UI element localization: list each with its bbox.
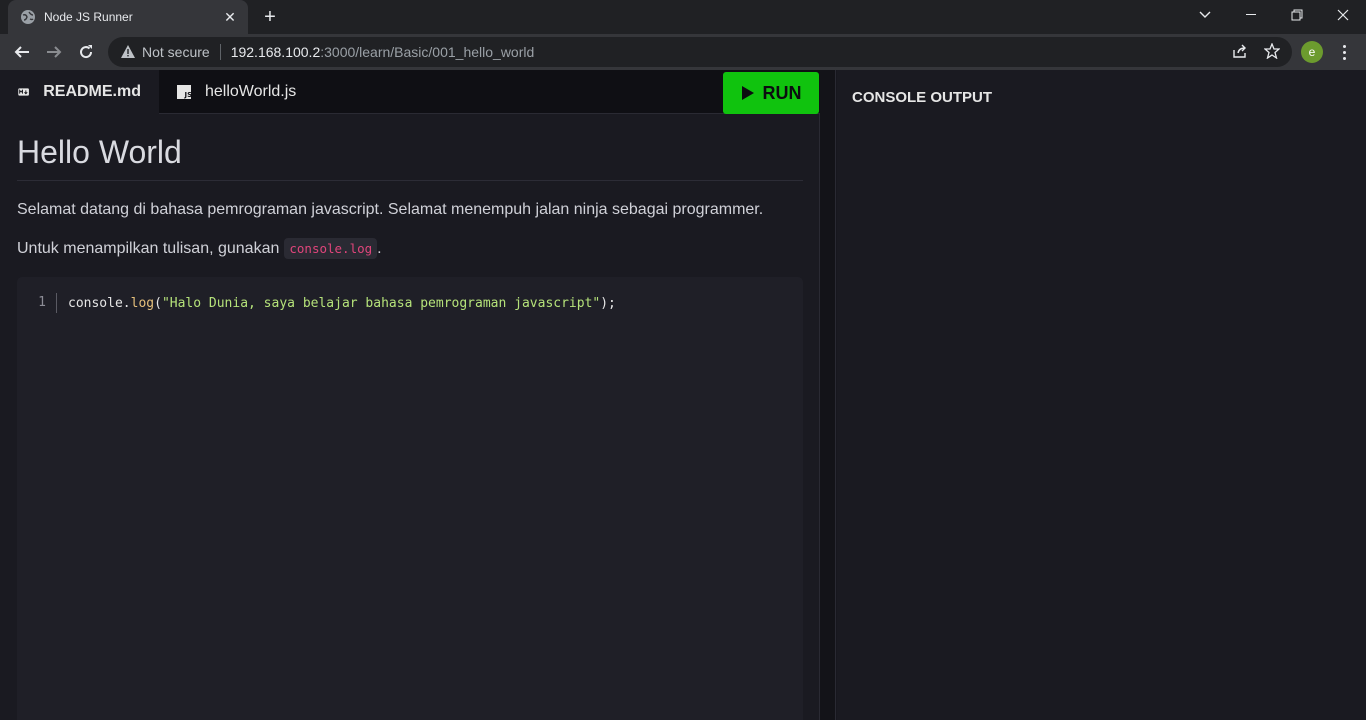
code-line: 1 console.log("Halo Dunia, saya belajar … bbox=[17, 293, 616, 313]
js-file-icon: JS bbox=[177, 85, 191, 99]
new-tab-button[interactable]: + bbox=[258, 5, 282, 29]
code-editor[interactable]: 1 console.log("Halo Dunia, saya belajar … bbox=[17, 277, 803, 720]
close-icon bbox=[1337, 9, 1349, 21]
forward-button[interactable] bbox=[40, 38, 68, 66]
share-icon bbox=[1233, 44, 1246, 58]
readme-heading: Hello World bbox=[17, 114, 803, 181]
code-object: console. bbox=[68, 295, 131, 311]
run-button[interactable]: RUN bbox=[723, 72, 819, 114]
code-open-paren: ( bbox=[154, 295, 162, 311]
address-bar[interactable]: Not secure 192.168.100.2:3000/learn/Basi… bbox=[108, 37, 1292, 67]
inline-code: console.log bbox=[284, 238, 378, 259]
console-title: CONSOLE OUTPUT bbox=[852, 89, 993, 106]
minimize-button[interactable] bbox=[1228, 0, 1274, 30]
tab-readme[interactable]: README.md bbox=[0, 70, 159, 114]
file-tabs: README.md JS helloWorld.js RUN bbox=[0, 70, 820, 114]
bookmark-button[interactable] bbox=[1262, 41, 1282, 61]
tab-label-hello-world-js: helloWorld.js bbox=[205, 83, 297, 100]
run-label: RUN bbox=[762, 82, 802, 103]
app-root: README.md JS helloWorld.js RUN Hello Wor… bbox=[0, 70, 1366, 720]
code-string: "Halo Dunia, saya belajar bahasa pemrogr… bbox=[161, 295, 601, 311]
minimize-icon bbox=[1246, 14, 1256, 15]
close-window-button[interactable] bbox=[1320, 0, 1366, 30]
back-button[interactable] bbox=[8, 38, 36, 66]
arrow-left-icon bbox=[14, 46, 29, 58]
reload-icon bbox=[80, 45, 93, 59]
chevron-down-icon bbox=[1199, 11, 1211, 18]
tab-search-button[interactable] bbox=[1182, 0, 1228, 30]
markdown-icon bbox=[18, 88, 29, 96]
pane-divider[interactable] bbox=[820, 70, 836, 720]
warning-icon[interactable] bbox=[120, 44, 136, 60]
browser-toolbar: Not secure 192.168.100.2:3000/learn/Basi… bbox=[0, 34, 1366, 70]
star-icon bbox=[1264, 43, 1280, 59]
globe-icon bbox=[21, 10, 35, 24]
readme-paragraph-2-text: Untuk menampilkan tulisan, gunakan bbox=[17, 239, 280, 257]
code-text[interactable]: console.log("Halo Dunia, saya belajar ba… bbox=[57, 296, 616, 311]
security-status[interactable]: Not secure bbox=[142, 44, 210, 60]
tab-hello-world-js[interactable]: JS helloWorld.js bbox=[159, 70, 319, 114]
console-pane: CONSOLE OUTPUT bbox=[837, 70, 1366, 720]
play-icon bbox=[741, 86, 754, 100]
readme-content: Hello World Selamat datang di bahasa pem… bbox=[17, 114, 803, 259]
arrow-right-icon bbox=[47, 46, 62, 58]
profile-avatar[interactable]: e bbox=[1301, 41, 1323, 63]
restore-button[interactable] bbox=[1274, 0, 1320, 30]
readme-pane: README.md JS helloWorld.js RUN Hello Wor… bbox=[0, 70, 820, 720]
url-separator bbox=[219, 44, 221, 60]
svg-text:JS: JS bbox=[184, 91, 192, 99]
tab-label-readme: README.md bbox=[43, 83, 141, 100]
url-host: 192.168.100.2 bbox=[230, 44, 321, 60]
browser-tab-strip: Node JS Runner ✕ + bbox=[0, 0, 1366, 34]
share-button[interactable] bbox=[1230, 41, 1250, 61]
code-function: log bbox=[130, 295, 155, 311]
tab-title: Node JS Runner bbox=[44, 10, 133, 24]
url-path: :3000/learn/Basic/001_hello_world bbox=[320, 44, 535, 60]
restore-icon bbox=[1291, 9, 1303, 21]
readme-paragraph-2: Untuk menampilkan tulisan, gunakan conso… bbox=[17, 238, 803, 259]
reload-button[interactable] bbox=[72, 38, 100, 66]
code-close: ); bbox=[600, 295, 616, 311]
browser-tab[interactable]: Node JS Runner ✕ bbox=[8, 0, 248, 34]
readme-paragraph-2-end: . bbox=[377, 239, 382, 257]
readme-paragraph-1: Selamat datang di bahasa pemrograman jav… bbox=[17, 201, 764, 218]
line-number: 1 bbox=[17, 293, 57, 313]
close-tab-icon[interactable]: ✕ bbox=[222, 9, 238, 26]
browser-menu-button[interactable] bbox=[1334, 42, 1354, 62]
